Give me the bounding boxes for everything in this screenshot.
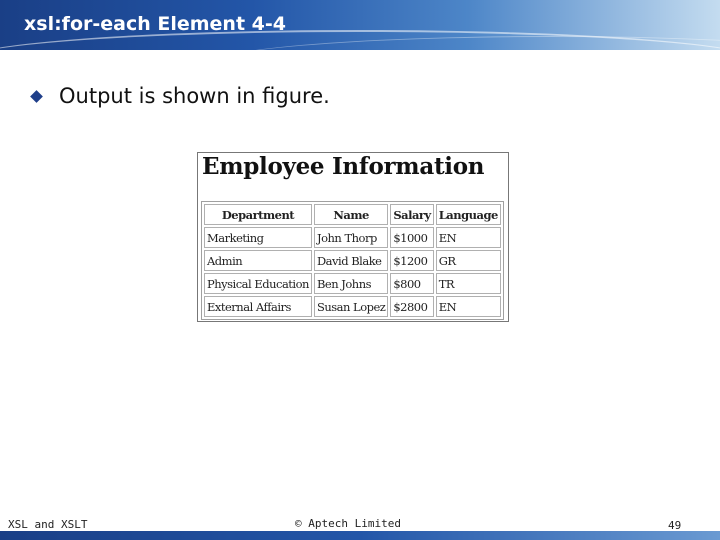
table-cell: Physical Education xyxy=(204,273,312,294)
table-cell: $2800 xyxy=(390,296,434,317)
table-cell: GR xyxy=(435,250,501,271)
table-header-row: Department Name Salary Language xyxy=(204,204,501,225)
table-cell: $800 xyxy=(390,273,434,294)
table-row: Marketing John Thorp $1000 EN xyxy=(204,227,501,248)
figure-title: Employee Information xyxy=(202,153,485,180)
bullet-text: Output is shown in figure. xyxy=(59,84,330,108)
footer-bar xyxy=(0,531,720,540)
table-row: Physical Education Ben Johns $800 TR xyxy=(204,273,501,294)
table-cell: EN xyxy=(435,296,501,317)
output-figure: Employee Information Department Name Sal… xyxy=(197,152,509,322)
table-cell: Marketing xyxy=(204,227,312,248)
column-header: Language xyxy=(435,204,501,225)
table-cell: Admin xyxy=(204,250,312,271)
table-row: External Affairs Susan Lopez $2800 EN xyxy=(204,296,501,317)
table-cell: Ben Johns xyxy=(313,273,389,294)
table-cell: EN xyxy=(435,227,501,248)
table-cell: $1200 xyxy=(390,250,434,271)
table-cell: TR xyxy=(435,273,501,294)
employee-table: Department Name Salary Language Marketin… xyxy=(201,201,504,320)
table-cell: David Blake xyxy=(313,250,389,271)
table-row: Admin David Blake $1200 GR xyxy=(204,250,501,271)
title-bar: xsl:for-each Element 4-4 xyxy=(0,0,720,50)
column-header: Salary xyxy=(390,204,434,225)
footer-course-name: XSL and XSLT xyxy=(8,518,88,531)
table-cell: External Affairs xyxy=(204,296,312,317)
table-cell: $1000 xyxy=(390,227,434,248)
table-cell: John Thorp xyxy=(313,227,389,248)
slide-title: xsl:for-each Element 4-4 xyxy=(24,13,286,35)
column-header: Name xyxy=(313,204,389,225)
table-cell: Susan Lopez xyxy=(313,296,389,317)
footer-copyright: © Aptech Limited xyxy=(295,517,401,530)
bullet-point: Output is shown in figure. xyxy=(30,82,330,110)
diamond-bullet-icon xyxy=(30,89,43,103)
column-header: Department xyxy=(204,204,312,225)
